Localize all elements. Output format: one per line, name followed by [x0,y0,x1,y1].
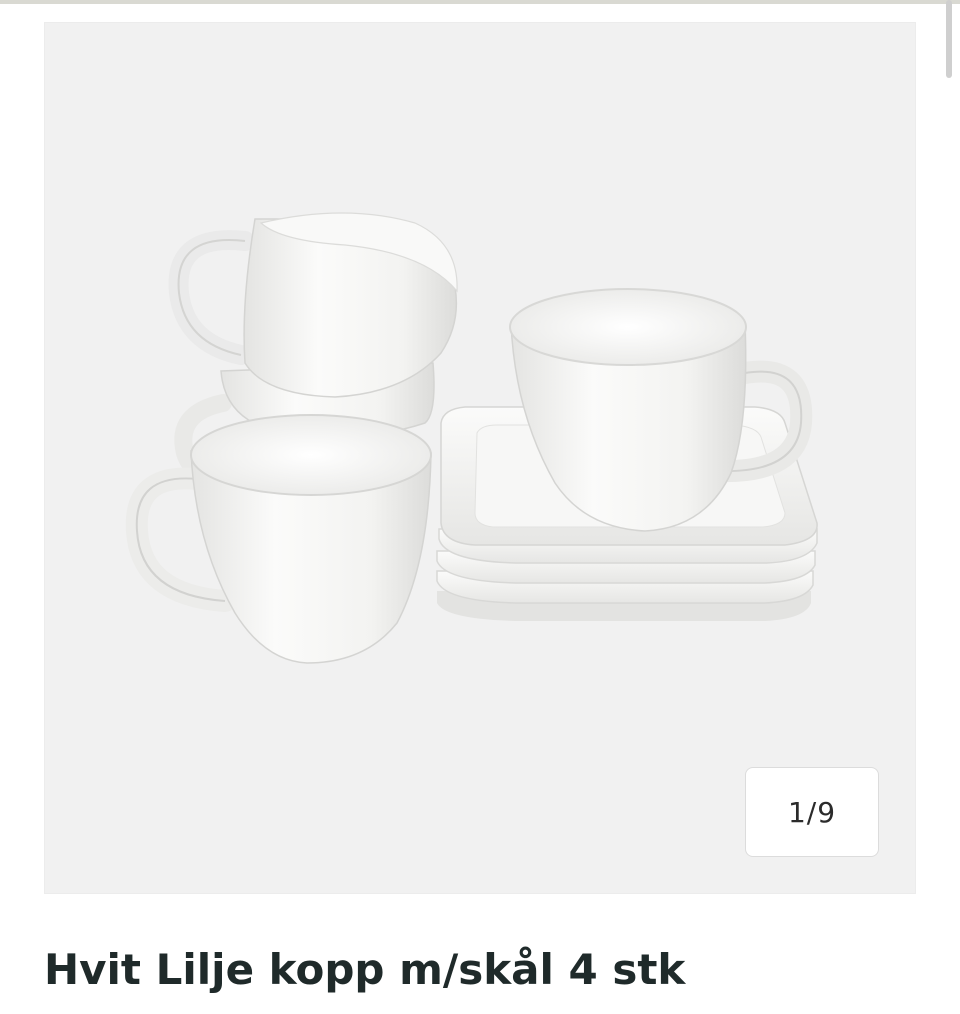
product-image-gallery[interactable]: 1/9 [44,22,916,894]
scrollbar-thumb[interactable] [946,0,952,78]
top-divider [0,0,960,4]
product-title: Hvit Lilje kopp m/skål 4 stk [44,945,686,994]
image-counter[interactable]: 1/9 [745,767,879,857]
product-photo[interactable] [45,23,916,894]
